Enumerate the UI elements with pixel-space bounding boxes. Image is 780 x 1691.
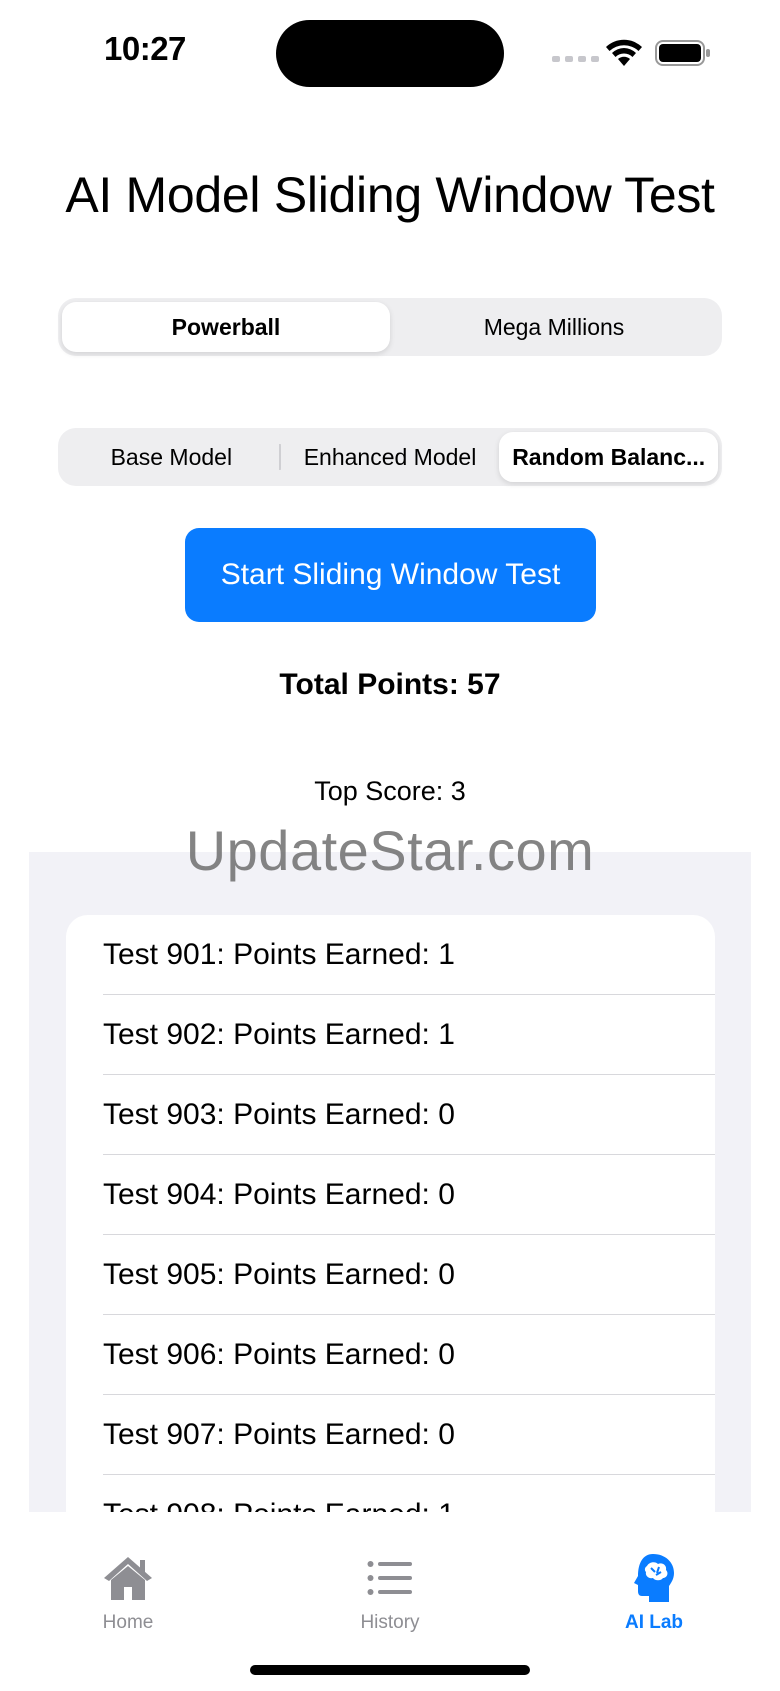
tab-ai-lab-label: AI Lab [624, 1612, 684, 1633]
tab-history[interactable]: History [310, 1512, 470, 1634]
status-time: 10:27 [104, 30, 186, 67]
list-item: Test 902: Points Earned: 1 [66, 995, 715, 1075]
list-item: Test 901: Points Earned: 1 [66, 915, 715, 995]
home-indicator [250, 1665, 530, 1675]
wifi-icon [606, 39, 642, 66]
list-item: Test 907: Points Earned: 0 [66, 1395, 715, 1475]
tab-home[interactable]: Home [48, 1512, 208, 1634]
model-segmented-control: Base Model Enhanced Model Random Balanc.… [58, 428, 722, 486]
total-points: Total Points: 57 [279, 668, 501, 701]
cellular-signal-icon [552, 56, 599, 62]
segment-powerball[interactable]: Powerball [62, 302, 390, 352]
watermark: UpdateStar.com [185, 819, 595, 882]
segment-mega-millions[interactable]: Mega Millions [390, 302, 718, 352]
list-item: Test 904: Points Earned: 0 [66, 1155, 715, 1235]
results-card: Test 901: Points Earned: 1 Test 902: Poi… [66, 915, 715, 1512]
dynamic-island [276, 20, 504, 87]
list-item: Test 908: Points Earned: 1 [66, 1475, 715, 1512]
top-score: Top Score: 3 [314, 776, 466, 806]
list-item: Test 906: Points Earned: 0 [66, 1315, 715, 1395]
page-title: AI Model Sliding Window Test [65, 167, 715, 223]
tab-home-label: Home [102, 1612, 154, 1633]
lottery-segmented-control: Powerball Mega Millions [58, 298, 722, 356]
battery-icon [655, 40, 710, 66]
brain-head-icon [626, 1552, 682, 1604]
results-list[interactable]: Test 901: Points Earned: 1 Test 902: Poi… [29, 852, 751, 1512]
house-icon [100, 1552, 156, 1604]
segment-base-model[interactable]: Base Model [62, 432, 281, 482]
segment-random-balanced[interactable]: Random Balanc... [499, 432, 719, 482]
segment-enhanced-model[interactable]: Enhanced Model [281, 432, 500, 482]
list-icon [362, 1552, 418, 1604]
tab-history-label: History [360, 1612, 420, 1633]
list-item: Test 905: Points Earned: 0 [66, 1235, 715, 1315]
tab-ai-lab[interactable]: AI Lab [574, 1512, 734, 1634]
list-item: Test 903: Points Earned: 0 [66, 1075, 715, 1155]
start-sliding-window-test-button[interactable]: Start Sliding Window Test [185, 528, 596, 622]
